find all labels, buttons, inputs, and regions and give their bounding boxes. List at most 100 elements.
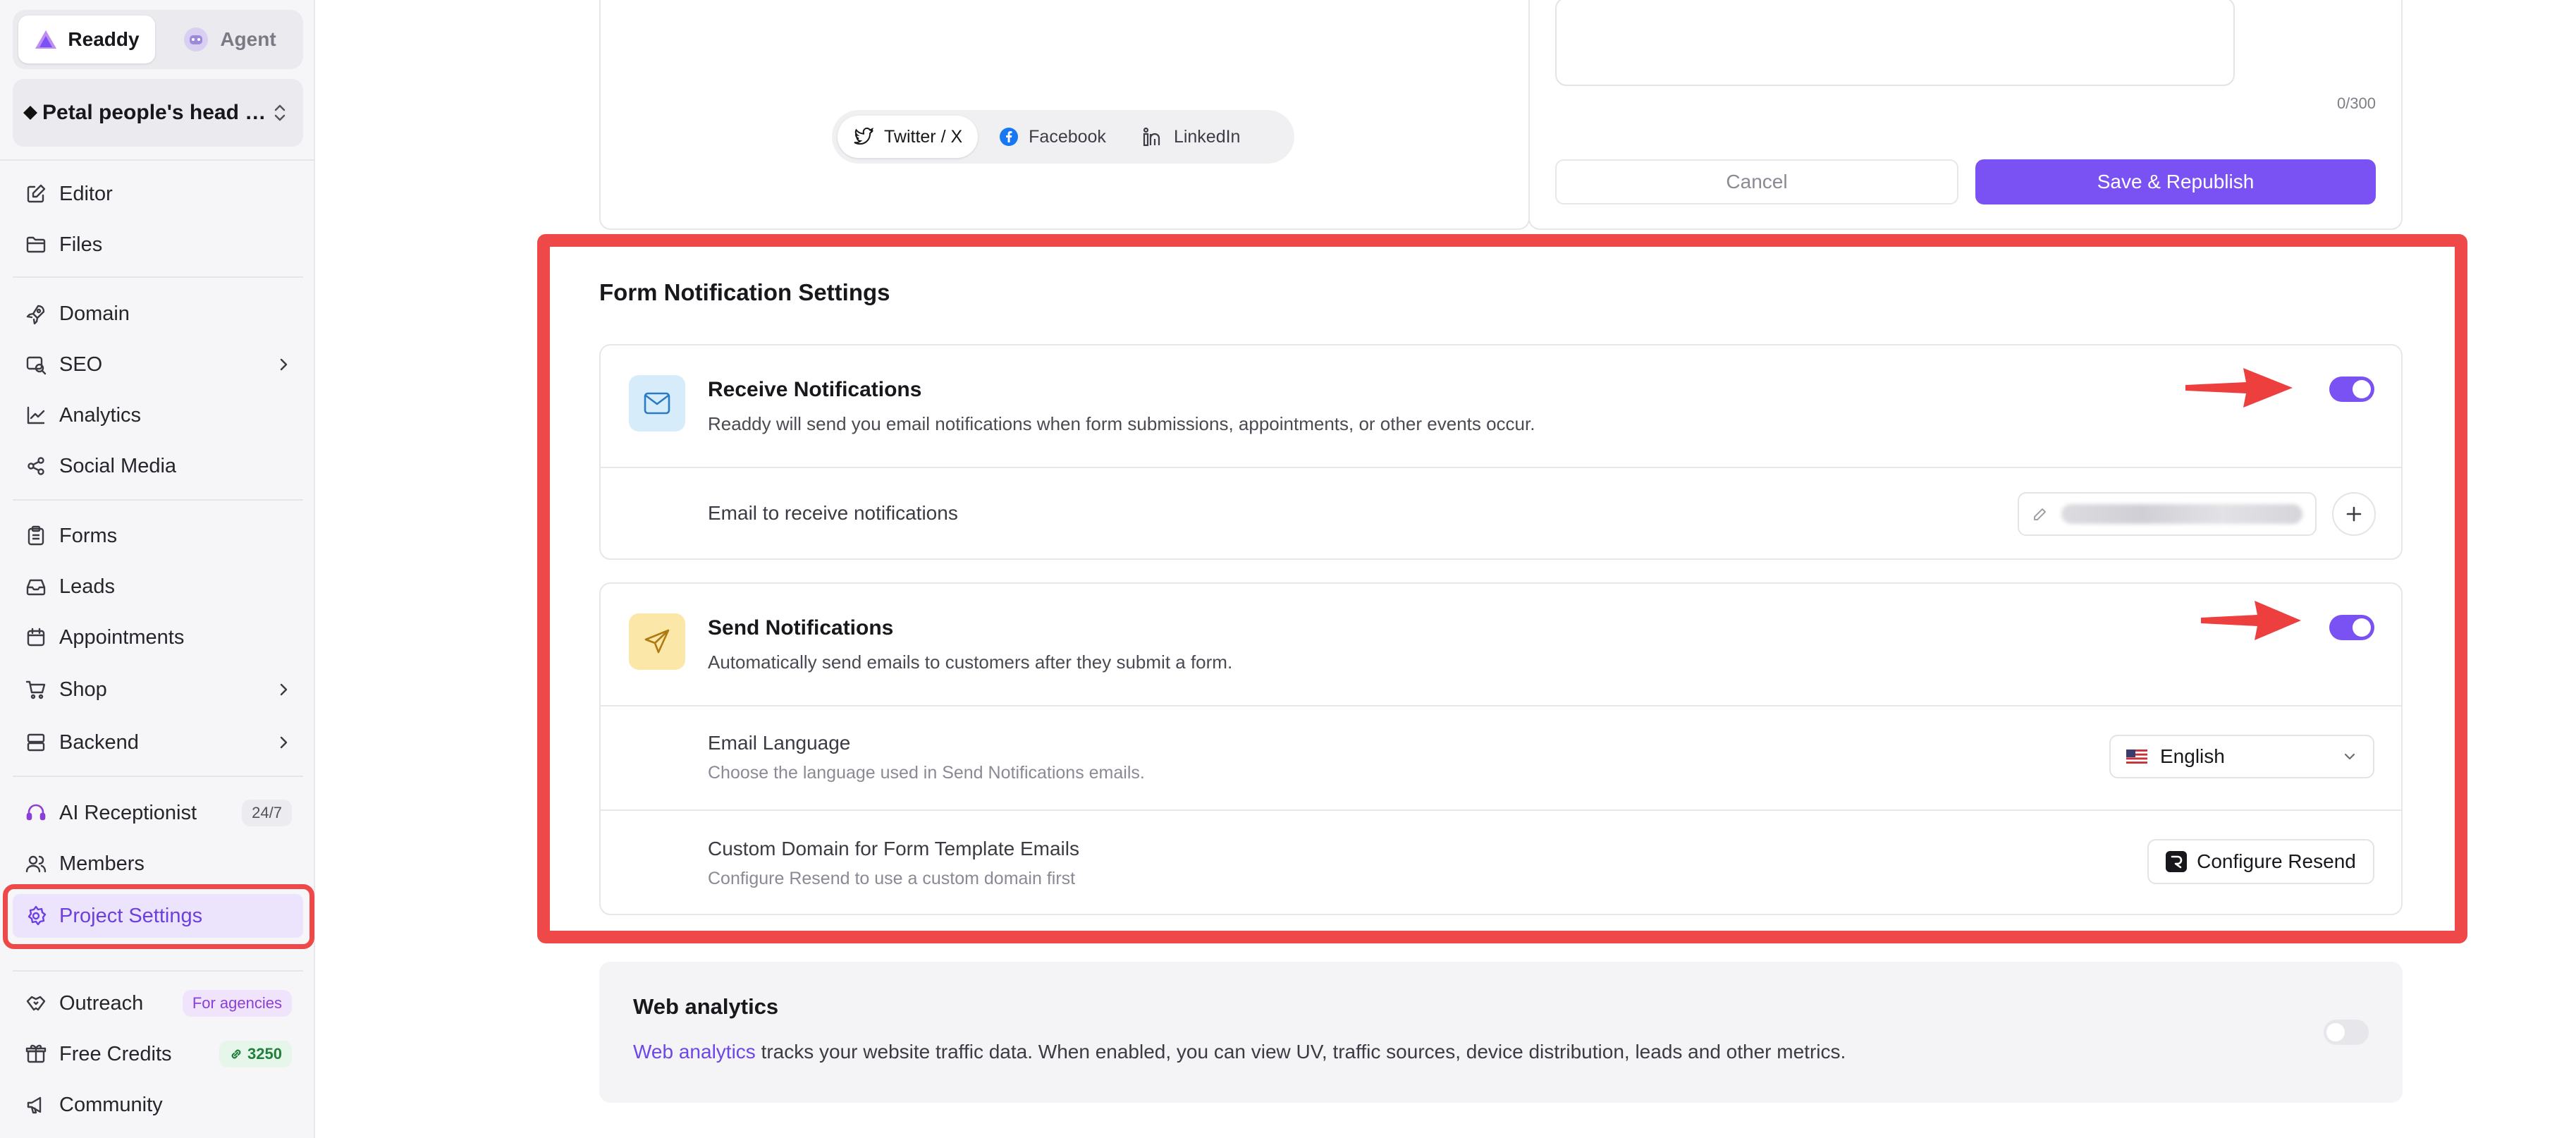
us-flag-icon bbox=[2126, 750, 2147, 764]
sidebar-item-label: Community bbox=[59, 1093, 163, 1116]
gift-icon bbox=[24, 1042, 48, 1066]
sidebar-item-appointments[interactable]: Appointments bbox=[13, 616, 303, 659]
sidebar-divider bbox=[0, 159, 315, 161]
social-platform-tabs: Twitter / X Facebook LinkedIn bbox=[832, 110, 1294, 164]
custom-domain-description: Configure Resend to use a custom domain … bbox=[708, 869, 1076, 888]
sidebar-item-label: Leads bbox=[59, 575, 116, 598]
language-select[interactable]: English bbox=[2109, 735, 2374, 778]
availability-badge: 24/7 bbox=[242, 800, 292, 826]
web-analytics-link[interactable]: Web analytics bbox=[633, 1041, 756, 1063]
sidebar-divider bbox=[13, 276, 303, 278]
sidebar-item-label: Editor bbox=[59, 182, 113, 205]
chart-line-icon bbox=[24, 403, 48, 427]
section-title: Form Notification Settings bbox=[599, 279, 890, 305]
project-selector[interactable]: Petal people's head d... bbox=[13, 79, 303, 147]
sidebar-item-free-credits[interactable]: Free Credits 3250 bbox=[13, 1032, 303, 1076]
headset-icon bbox=[24, 801, 48, 825]
sidebar-item-label: Appointments bbox=[59, 625, 185, 649]
sidebar-item-members[interactable]: Members bbox=[13, 842, 303, 886]
add-email-button[interactable] bbox=[2332, 492, 2376, 536]
toggle-knob bbox=[2326, 1023, 2345, 1041]
analytics-title: Web analytics bbox=[633, 994, 779, 1019]
toggle-knob bbox=[2353, 618, 2371, 637]
row-divider bbox=[601, 809, 2401, 811]
language-description: Choose the language used in Send Notific… bbox=[708, 763, 1145, 783]
link-icon bbox=[231, 1049, 241, 1059]
sidebar-item-forms[interactable]: Forms bbox=[13, 514, 303, 558]
search-icon bbox=[24, 353, 48, 377]
readdy-logo-icon bbox=[35, 30, 57, 49]
edit-icon bbox=[24, 182, 48, 206]
language-value: English bbox=[2160, 745, 2225, 767]
chevron-updown-icon bbox=[274, 104, 286, 121]
agencies-badge: For agencies bbox=[182, 990, 292, 1017]
send-description: Automatically send emails to customers a… bbox=[708, 651, 1233, 673]
send-toggle[interactable] bbox=[2329, 615, 2374, 640]
readdy-tab-label: Readdy bbox=[68, 28, 140, 50]
sidebar-item-leads[interactable]: Leads bbox=[13, 565, 303, 608]
facebook-icon bbox=[1000, 128, 1019, 146]
chevron-right-icon bbox=[280, 736, 288, 749]
megaphone-icon bbox=[24, 1093, 48, 1117]
sidebar-item-social-media[interactable]: Social Media bbox=[13, 444, 303, 488]
arrow-annotation-icon bbox=[2185, 368, 2293, 408]
readdy-tab[interactable]: Readdy bbox=[18, 16, 155, 63]
clipboard-icon bbox=[24, 524, 48, 548]
tab-facebook[interactable]: Facebook bbox=[983, 116, 1122, 158]
credits-value: 3250 bbox=[247, 1045, 282, 1063]
sidebar-item-label: Outreach bbox=[59, 991, 144, 1015]
sidebar-item-label: AI Receptionist bbox=[59, 801, 197, 824]
inbox-icon bbox=[24, 575, 48, 599]
sidebar-item-backend[interactable]: Backend bbox=[13, 721, 303, 764]
email-value-redacted bbox=[2061, 504, 2302, 524]
tab-twitter-label: Twitter / X bbox=[884, 126, 963, 147]
analytics-toggle[interactable] bbox=[2324, 1020, 2369, 1045]
send-icon bbox=[629, 613, 685, 670]
mode-switch: Readdy Agent bbox=[13, 10, 303, 69]
sidebar-item-domain[interactable]: Domain bbox=[13, 292, 303, 336]
sidebar-item-shop[interactable]: Shop bbox=[13, 668, 303, 711]
sidebar-divider bbox=[13, 776, 303, 777]
email-field[interactable] bbox=[2018, 492, 2317, 536]
agent-tab[interactable]: Agent bbox=[161, 16, 298, 63]
analytics-description-text: tracks your website traffic data. When e… bbox=[755, 1041, 1846, 1063]
configure-resend-label: Configure Resend bbox=[2197, 850, 2356, 872]
toggle-knob bbox=[2353, 380, 2371, 398]
users-icon bbox=[24, 852, 48, 876]
cancel-button[interactable]: Cancel bbox=[1555, 159, 1958, 204]
sidebar-item-label: Social Media bbox=[59, 454, 177, 477]
sidebar-item-files[interactable]: Files bbox=[13, 223, 303, 267]
tab-twitter[interactable]: Twitter / X bbox=[838, 116, 979, 158]
server-icon bbox=[24, 730, 48, 754]
chevron-right-icon bbox=[280, 683, 288, 696]
agent-icon bbox=[184, 27, 209, 51]
sidebar-item-seo[interactable]: SEO bbox=[13, 343, 303, 386]
receive-toggle[interactable] bbox=[2329, 377, 2374, 402]
folder-icon bbox=[24, 233, 48, 257]
twitter-icon bbox=[854, 128, 873, 145]
sidebar-item-editor[interactable]: Editor bbox=[13, 172, 303, 216]
share-icon bbox=[24, 454, 48, 478]
chevron-right-icon bbox=[280, 358, 288, 371]
sidebar-item-ai-receptionist[interactable]: AI Receptionist 24/7 bbox=[13, 791, 303, 835]
post-textarea[interactable] bbox=[1555, 0, 2235, 86]
web-analytics-card: Web analytics Web analytics tracks your … bbox=[599, 962, 2403, 1103]
tab-linkedin[interactable]: LinkedIn bbox=[1127, 116, 1256, 158]
agent-tab-label: Agent bbox=[220, 28, 276, 50]
sidebar-item-label: SEO bbox=[59, 353, 103, 376]
sidebar-item-community[interactable]: Community bbox=[13, 1083, 303, 1127]
calendar-icon bbox=[24, 625, 48, 649]
sidebar-item-analytics[interactable]: Analytics bbox=[13, 393, 303, 437]
project-name: Petal people's head d... bbox=[42, 101, 272, 124]
sidebar-item-label: Domain bbox=[59, 302, 130, 325]
sidebar-divider bbox=[13, 970, 303, 972]
character-counter: 0/300 bbox=[2336, 94, 2376, 112]
configure-resend-button[interactable]: Configure Resend bbox=[2147, 839, 2374, 884]
pencil-icon bbox=[2034, 508, 2046, 520]
receive-title: Receive Notifications bbox=[708, 378, 922, 401]
save-republish-button[interactable]: Save & Republish bbox=[1975, 159, 2376, 204]
sidebar-item-outreach[interactable]: Outreach For agencies bbox=[13, 981, 303, 1025]
row-divider bbox=[601, 467, 2401, 468]
email-label: Email to receive notifications bbox=[708, 502, 958, 524]
active-item-highlight bbox=[3, 884, 314, 949]
